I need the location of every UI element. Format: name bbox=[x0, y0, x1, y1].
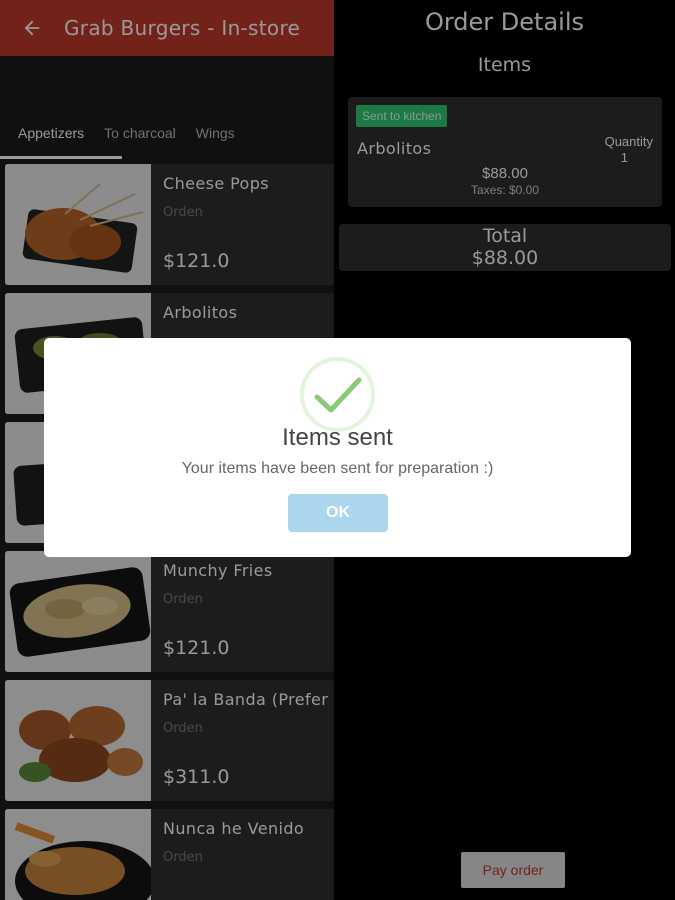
ok-button[interactable]: OK bbox=[288, 494, 388, 532]
success-check-icon bbox=[300, 357, 375, 432]
dialog-title: Items sent bbox=[282, 424, 393, 451]
dialog-message: Your items have been sent for preparatio… bbox=[181, 460, 494, 477]
items-sent-dialog: Items sent Your items have been sent for… bbox=[44, 338, 631, 557]
